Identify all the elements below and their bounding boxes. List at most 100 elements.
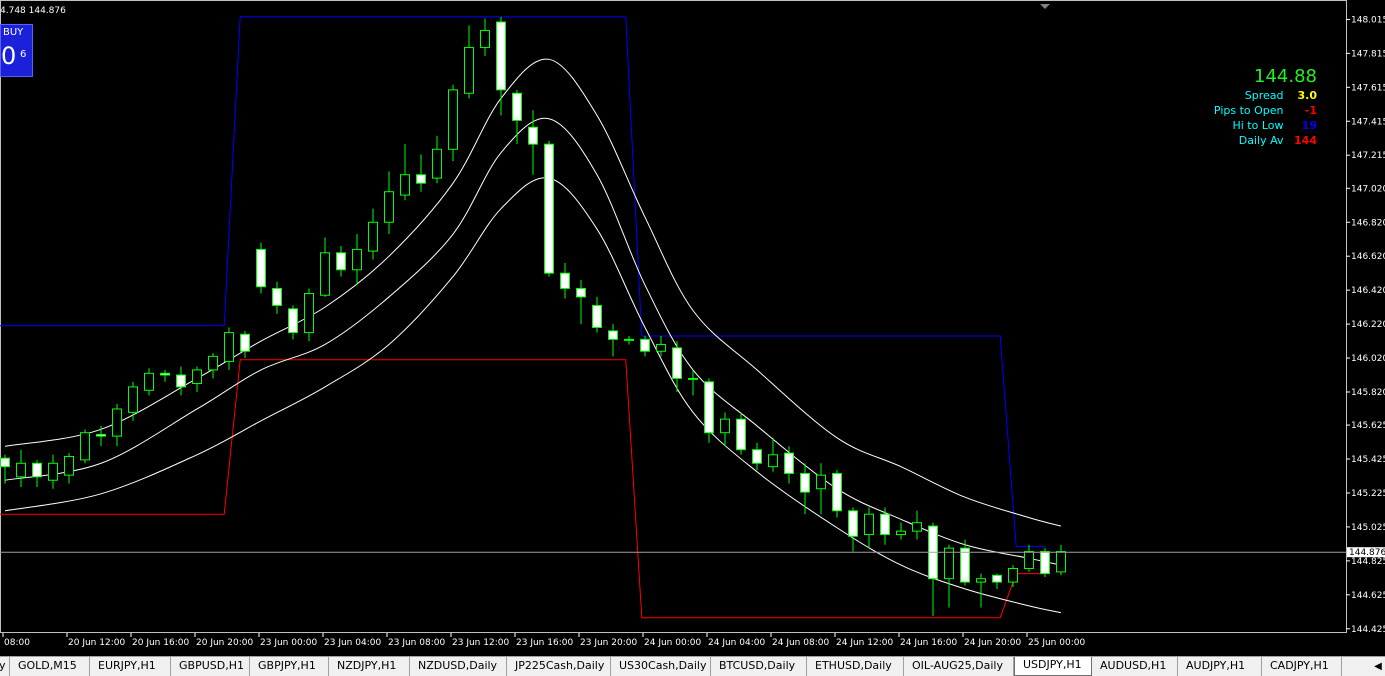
tab-gbpusd-h1[interactable]: GBPUSD,H1 — [171, 657, 250, 676]
candle-bull — [1008, 568, 1018, 583]
time-tick-label: 24 Jun 12:00 — [836, 638, 893, 648]
buy-button[interactable]: BUY 0 6 — [0, 24, 33, 77]
candle-bear — [560, 272, 570, 289]
candle-bear — [512, 92, 522, 121]
ma-lower-line — [4, 177, 1062, 614]
tab-gbpjpy-h1[interactable]: GBPJPY,H1 — [250, 657, 329, 676]
time-tick-label: 08:00 — [4, 638, 30, 648]
tab-ethusd-daily[interactable]: ETHUSD,Daily — [807, 657, 904, 676]
candle-bear — [992, 574, 1002, 583]
info-value: 19 — [1301, 119, 1317, 132]
candle-bull — [768, 454, 778, 468]
tab-nzdusd-daily[interactable]: NZDUSD,Daily — [410, 657, 507, 676]
tab-audjpy-h1[interactable]: AUDJPY,H1 — [1178, 657, 1262, 676]
tab-us30cash-daily[interactable]: US30Cash,Daily — [611, 657, 711, 676]
candle-bull — [320, 252, 330, 296]
buy-price-small: 6 — [20, 49, 27, 60]
candle-bear — [752, 449, 762, 464]
candle-bull — [48, 462, 58, 481]
info-row-daily-av: Daily Av 144 — [1117, 133, 1317, 148]
time-tick-label: 23 Jun 20:00 — [580, 638, 637, 648]
time-tick-label: 23 Jun 12:00 — [452, 638, 509, 648]
candle-bull — [976, 578, 986, 583]
tab-eurjpy-h1[interactable]: EURJPY,H1 — [90, 657, 171, 676]
candle-bear — [544, 143, 554, 274]
price-tick-label: 146.220 — [1351, 320, 1385, 330]
time-tick-label: 24 Jun 08:00 — [772, 638, 829, 648]
tab-jp225cash-daily[interactable]: JP225Cash,Daily — [507, 657, 611, 676]
candle-bull — [128, 386, 138, 413]
candle-bear — [640, 338, 650, 352]
tab-cadjpy-h1[interactable]: CADJPY,H1 — [1262, 657, 1342, 676]
price-tick-label: 147.415 — [1351, 117, 1385, 127]
tab-nzdjpy-h1[interactable]: NZDJPY,H1 — [329, 657, 410, 676]
tab-gold-m15[interactable]: GOLD,M15 — [10, 657, 90, 676]
tab-audusd-h1[interactable]: AUDUSD,H1 — [1092, 657, 1178, 676]
price-tick-label: 145.625 — [1351, 421, 1385, 431]
info-value: -1 — [1304, 104, 1317, 117]
candle-bear — [800, 472, 810, 493]
candle-bear — [288, 308, 298, 334]
candle-bear — [336, 252, 346, 271]
arrow-left-icon[interactable]: ◀ — [1371, 659, 1385, 674]
time-tick-label: 24 Jun 00:00 — [644, 638, 701, 648]
candle-bull — [384, 191, 394, 223]
ma-middle-line — [4, 117, 1062, 566]
info-row-hi-to-low: Hi to Low 19 — [1117, 118, 1317, 133]
candle-bear — [240, 333, 250, 352]
price-tick-label: 147.020 — [1351, 184, 1385, 194]
price-tick-label: 147.215 — [1351, 151, 1385, 161]
buy-label: BUY — [3, 27, 24, 38]
time-tick-label: 24 Jun 16:00 — [900, 638, 957, 648]
price-tick-label: 147.815 — [1351, 49, 1385, 59]
candle-bull — [480, 29, 490, 48]
buy-price-big: 0 — [1, 42, 17, 70]
candle-bull — [352, 248, 362, 271]
candle-bull — [912, 522, 922, 532]
candle-bear — [96, 433, 106, 437]
chart-window[interactable]: 148.015 147.815 147.615 147.415 147.215 147.0… — [0, 0, 1385, 656]
candle-bear — [960, 547, 970, 583]
candle-bear — [176, 374, 186, 388]
candle-bear — [416, 174, 426, 184]
info-value: 144 — [1294, 134, 1317, 147]
time-tick-label: 24 Jun 04:00 — [708, 638, 765, 648]
info-label: Pips to Open — [1213, 104, 1284, 117]
candle-bear — [784, 452, 794, 474]
tab-usdjpy-h1[interactable]: USDJPY,H1 — [1014, 657, 1092, 676]
info-panel: 144.88 Spread 3.0 Pips to Open -1 Hi to … — [1117, 66, 1317, 148]
candle-bull — [720, 418, 730, 434]
candle-bull — [144, 372, 154, 391]
candle-bull — [16, 462, 26, 478]
info-price: 144.88 — [1254, 66, 1317, 87]
time-tick-label: 20 Jun 12:00 — [68, 638, 125, 648]
price-tick-label: 146.020 — [1351, 354, 1385, 364]
candle-bear — [496, 21, 506, 91]
candle-bull — [112, 408, 122, 437]
candle-bear — [608, 330, 618, 340]
candle-bear — [848, 510, 858, 537]
time-tick-label: 23 Jun 00:00 — [260, 638, 317, 648]
candle-bull — [464, 46, 474, 94]
chart-tabs-bar: lyGOLD,M15EURJPY,H1GBPUSD,H1GBPJPY,H1NZD… — [0, 656, 1385, 676]
candle-bull — [1056, 551, 1066, 573]
prev-day-low-line — [0, 359, 1045, 619]
info-row-spread: Spread 3.0 — [1117, 88, 1317, 103]
candle-bear — [704, 381, 714, 434]
candle-bear — [160, 372, 170, 376]
candle-bull — [864, 513, 874, 536]
price-tick-label: 148.015 — [1351, 15, 1385, 25]
tab-oil-aug25-daily[interactable]: OIL-AUG25,Daily — [904, 657, 1014, 676]
time-tick-label: 23 Jun 08:00 — [388, 638, 445, 648]
info-value: 3.0 — [1297, 89, 1318, 102]
candle-bear — [672, 347, 682, 379]
price-tick-label: 144.625 — [1351, 591, 1385, 601]
price-tick-label: 144.425 — [1351, 625, 1385, 635]
candle-bull — [192, 369, 202, 384]
candle-bear — [32, 462, 42, 478]
ohlc-readout: 4.748 144.876 — [0, 6, 66, 16]
current-price-label: 144.876 — [1349, 548, 1385, 558]
tab-ly[interactable]: ly — [0, 657, 10, 676]
time-tick-label: 25 Jun 00:00 — [1028, 638, 1085, 648]
tab-btcusd-daily[interactable]: BTCUSD,Daily — [711, 657, 807, 676]
